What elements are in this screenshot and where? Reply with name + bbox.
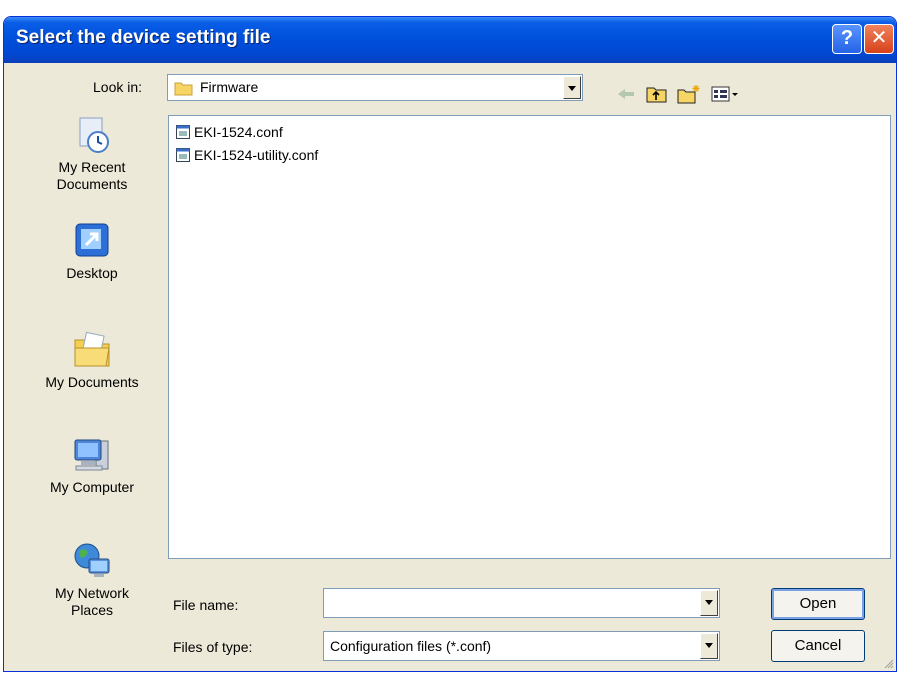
file-item[interactable]: EKI-1524.conf [176, 122, 283, 142]
open-button[interactable]: Open [771, 588, 865, 620]
place-my-documents[interactable]: My Documents [26, 330, 158, 391]
folder-icon [174, 82, 193, 96]
file-name-input[interactable] [323, 588, 720, 618]
place-my-network-places[interactable]: My Network Places [26, 541, 158, 619]
new-folder-icon [677, 85, 700, 104]
config-file-icon [176, 148, 190, 162]
place-my-computer[interactable]: My Computer [26, 435, 158, 496]
file-name-label: File name: [173, 597, 239, 613]
views-menu-button[interactable] [710, 83, 742, 105]
look-in-dropdown-arrow[interactable] [563, 76, 581, 99]
my-computer-icon [74, 439, 109, 471]
place-label: Desktop [66, 265, 118, 281]
cancel-button[interactable]: Cancel [771, 630, 865, 662]
file-type-dropdown[interactable]: Configuration files (*.conf) [323, 631, 720, 661]
file-type-dropdown-arrow[interactable] [700, 633, 718, 659]
file-type-value: Configuration files (*.conf) [330, 638, 492, 654]
config-file-icon [176, 125, 190, 139]
window-title: Select the device setting file [16, 27, 271, 48]
help-button[interactable]: ? [832, 24, 862, 54]
place-label-2: Places [70, 602, 114, 618]
network-places-icon [74, 543, 110, 577]
place-label: My Computer [49, 479, 135, 495]
desktop-icon [75, 223, 109, 257]
help-icon: ? [840, 27, 854, 49]
resize-grip-icon[interactable] [882, 657, 894, 669]
my-documents-icon [74, 331, 110, 367]
back-button[interactable] [614, 83, 638, 105]
file-name-dropdown-arrow[interactable] [700, 590, 718, 616]
file-name: EKI-1524-utility.conf [194, 147, 319, 163]
views-menu-icon [711, 86, 738, 102]
look-in-dropdown[interactable]: Firmware [167, 74, 583, 101]
file-name: EKI-1524.conf [194, 124, 283, 140]
look-in-value: Firmware [200, 79, 259, 95]
place-label: My Network [55, 585, 129, 601]
back-arrow-icon [618, 89, 634, 99]
recent-documents-icon [79, 117, 109, 153]
places-bar: My Recent Documents Desktop My Documents [26, 115, 158, 660]
up-folder-button[interactable] [645, 83, 669, 105]
place-label: My Recent [58, 159, 126, 175]
file-open-dialog: Select the device setting file ? ✕ Look … [3, 16, 897, 672]
title-bar[interactable]: Select the device setting file ? ✕ [4, 17, 896, 63]
close-icon: ✕ [870, 27, 888, 49]
place-desktop[interactable]: Desktop [26, 221, 158, 282]
file-item[interactable]: EKI-1524-utility.conf [176, 145, 318, 165]
place-label: My Documents [45, 374, 139, 390]
new-folder-button[interactable] [676, 83, 700, 105]
file-list[interactable]: EKI-1524.conf EKI-1524-utility.conf [168, 115, 891, 559]
place-label-2: Documents [56, 176, 128, 192]
place-my-recent-documents[interactable]: My Recent Documents [26, 115, 158, 193]
up-folder-icon [646, 87, 667, 103]
close-button[interactable]: ✕ [864, 24, 894, 54]
file-type-label: Files of type: [173, 639, 253, 655]
look-in-label: Look in: [93, 79, 143, 95]
